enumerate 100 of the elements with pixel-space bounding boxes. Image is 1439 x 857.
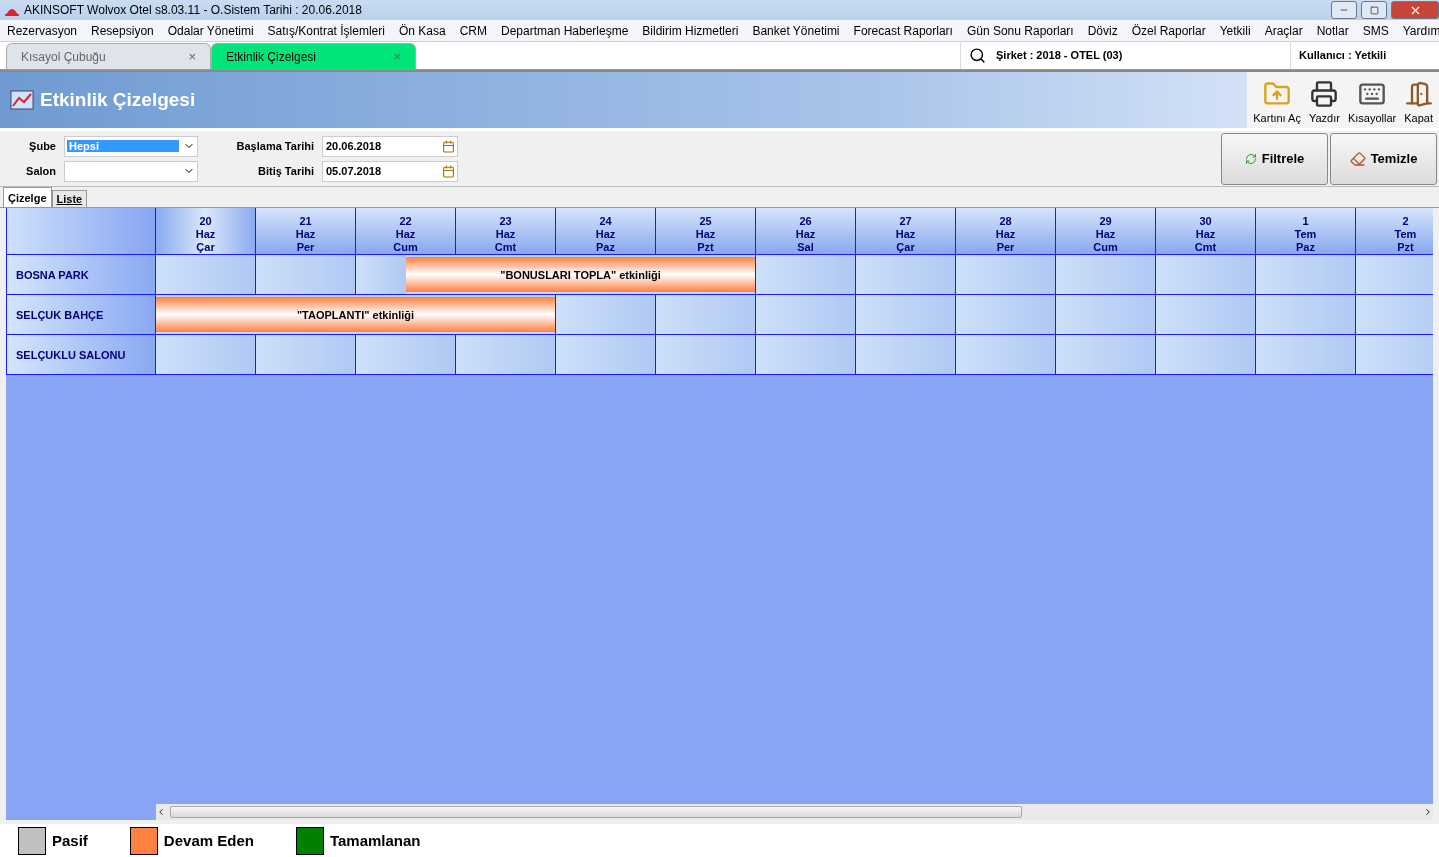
menu-item[interactable]: Forecast Raporları: [846, 23, 960, 38]
field-label: Başlama Tarihi: [235, 140, 315, 152]
day-header[interactable]: 24 Haz Paz: [556, 208, 656, 255]
company-label: Şirket : 2018 - OTEL (03): [996, 49, 1123, 61]
minimize-button[interactable]: [1331, 1, 1357, 19]
field-label: Şube: [28, 140, 57, 152]
folder-icon: [1263, 80, 1292, 108]
day-header[interactable]: 25 Haz Pzt: [656, 208, 756, 255]
schedule-cell[interactable]: [1256, 335, 1356, 375]
search-icon[interactable]: [969, 46, 986, 64]
refresh-icon: [1244, 152, 1257, 165]
day-header[interactable]: 1 Tem Paz: [1256, 208, 1356, 255]
schedule-cell[interactable]: [256, 335, 356, 375]
eraser-icon: [1349, 150, 1366, 167]
day-header[interactable]: 30 Haz Cmt: [1156, 208, 1256, 255]
menu-item[interactable]: Bildirim Hizmetleri: [635, 23, 746, 38]
view-tab[interactable]: Liste: [51, 190, 88, 207]
field-label: Salon: [25, 165, 57, 177]
schedule-cell[interactable]: [756, 295, 856, 335]
schedule-cell[interactable]: [1156, 335, 1256, 375]
menu-item[interactable]: Yardım: [1395, 23, 1439, 38]
schedule-cell[interactable]: [1256, 255, 1356, 295]
schedule-cell[interactable]: [1356, 335, 1433, 375]
event-bar[interactable]: "BONUSLARI TOPLA" etkinliği: [406, 257, 755, 292]
schedule-cell[interactable]: [856, 335, 956, 375]
maximize-button[interactable]: [1361, 1, 1387, 19]
menu-item[interactable]: Departman Haberleşme: [493, 23, 636, 38]
day-header[interactable]: 21 Haz Per: [256, 208, 356, 255]
schedule-cell[interactable]: [156, 255, 256, 295]
menu-item[interactable]: Resepsiyon: [84, 23, 161, 38]
day-header[interactable]: 28 Haz Per: [956, 208, 1056, 255]
schedule-cell[interactable]: [1256, 295, 1356, 335]
schedule-cell[interactable]: [1356, 255, 1433, 295]
menu-item[interactable]: Rezervasyon: [0, 23, 85, 38]
close-button[interactable]: [1391, 1, 1439, 19]
close-tab-button[interactable]: ×: [188, 49, 196, 64]
day-header[interactable]: 26 Haz Sal: [756, 208, 856, 255]
menu-item[interactable]: Gün Sonu Raporları: [959, 23, 1081, 38]
chart-icon: [10, 90, 34, 110]
menu-item[interactable]: Notlar: [1309, 23, 1356, 38]
schedule-cell[interactable]: [756, 255, 856, 295]
hall-name: SELÇUKLU SALONU: [6, 335, 156, 375]
action-button[interactable]: Temizle: [1330, 132, 1437, 185]
menu-item[interactable]: SMS: [1355, 23, 1396, 38]
schedule-cell[interactable]: [656, 295, 756, 335]
calendar-icon[interactable]: [442, 164, 455, 178]
schedule-cell[interactable]: [256, 255, 356, 295]
day-header[interactable]: 2 Tem Pzt: [1356, 208, 1433, 255]
schedule-cell[interactable]: [156, 335, 256, 375]
menu-item[interactable]: Araçlar: [1257, 23, 1310, 38]
scroll-right-icon[interactable]: [1423, 807, 1433, 817]
schedule-cell[interactable]: [956, 255, 1056, 295]
page-title: Etkinlik Çizelgesi: [40, 89, 196, 111]
document-tab[interactable]: Etkinlik Çizelgesi ×: [211, 43, 416, 69]
schedule-cell[interactable]: [1056, 255, 1156, 295]
day-header[interactable]: 22 Haz Cum: [356, 208, 456, 255]
schedule-cell[interactable]: [856, 295, 956, 335]
menu-item[interactable]: Odalar Yönetimi: [160, 23, 261, 38]
field-label: Bitiş Tarihi: [256, 165, 315, 177]
schedule-cell[interactable]: [356, 335, 456, 375]
menu-item[interactable]: Döviz: [1080, 23, 1125, 38]
event-bar[interactable]: "TAOPLANTI" etkinliği: [156, 297, 555, 332]
user-label: Kullanıcı : Yetkili: [1299, 49, 1387, 61]
scrollbar-thumb[interactable]: [170, 806, 1022, 818]
window-title: AKINSOFT Wolvox Otel s8.03.11 - O.Sistem Tarihi : 20.06.2018: [24, 3, 363, 17]
menu-item[interactable]: Banket Yönetimi: [745, 23, 847, 38]
day-header[interactable]: 29 Haz Cum: [1056, 208, 1156, 255]
schedule-cell[interactable]: [1356, 295, 1433, 335]
schedule-cell[interactable]: [856, 255, 956, 295]
scroll-left-icon[interactable]: [156, 807, 166, 817]
day-header[interactable]: 23 Haz Cmt: [456, 208, 556, 255]
calendar-icon[interactable]: [442, 139, 455, 153]
schedule-cell[interactable]: [356, 255, 406, 295]
schedule-cell[interactable]: [1056, 335, 1156, 375]
maximize-icon: [1369, 5, 1379, 15]
door-icon: [1404, 80, 1433, 108]
date-field[interactable]: 20.06.2018: [322, 135, 458, 157]
day-header[interactable]: 20 Haz Çar: [156, 208, 256, 255]
action-button[interactable]: Filtrele: [1221, 132, 1328, 185]
view-tab[interactable]: Çizelge: [3, 187, 52, 207]
menu-item[interactable]: Yetkili: [1212, 23, 1258, 38]
schedule-cell[interactable]: [656, 335, 756, 375]
day-header[interactable]: 27 Haz Çar: [856, 208, 956, 255]
menu-item[interactable]: Ön Kasa: [391, 23, 453, 38]
schedule-cell[interactable]: [1156, 255, 1256, 295]
menu-item[interactable]: Özel Raporlar: [1124, 23, 1213, 38]
schedule-cell[interactable]: [956, 335, 1056, 375]
close-tab-button[interactable]: ×: [393, 49, 401, 64]
schedule-cell[interactable]: [756, 335, 856, 375]
schedule-cell[interactable]: [556, 335, 656, 375]
schedule-cell[interactable]: [1156, 295, 1256, 335]
menu-item[interactable]: CRM: [452, 23, 494, 38]
document-tab[interactable]: Kısayol Çubuğu ×: [6, 43, 211, 69]
schedule-cell[interactable]: [956, 295, 1056, 335]
schedule-cell[interactable]: [1056, 295, 1156, 335]
schedule-cell[interactable]: [456, 335, 556, 375]
schedule-cell[interactable]: [556, 295, 656, 335]
menu-item[interactable]: Satış/Kontrat İşlemleri: [260, 23, 392, 38]
legend-label: Devam Eden: [163, 832, 254, 849]
date-field[interactable]: 05.07.2018: [322, 160, 458, 182]
